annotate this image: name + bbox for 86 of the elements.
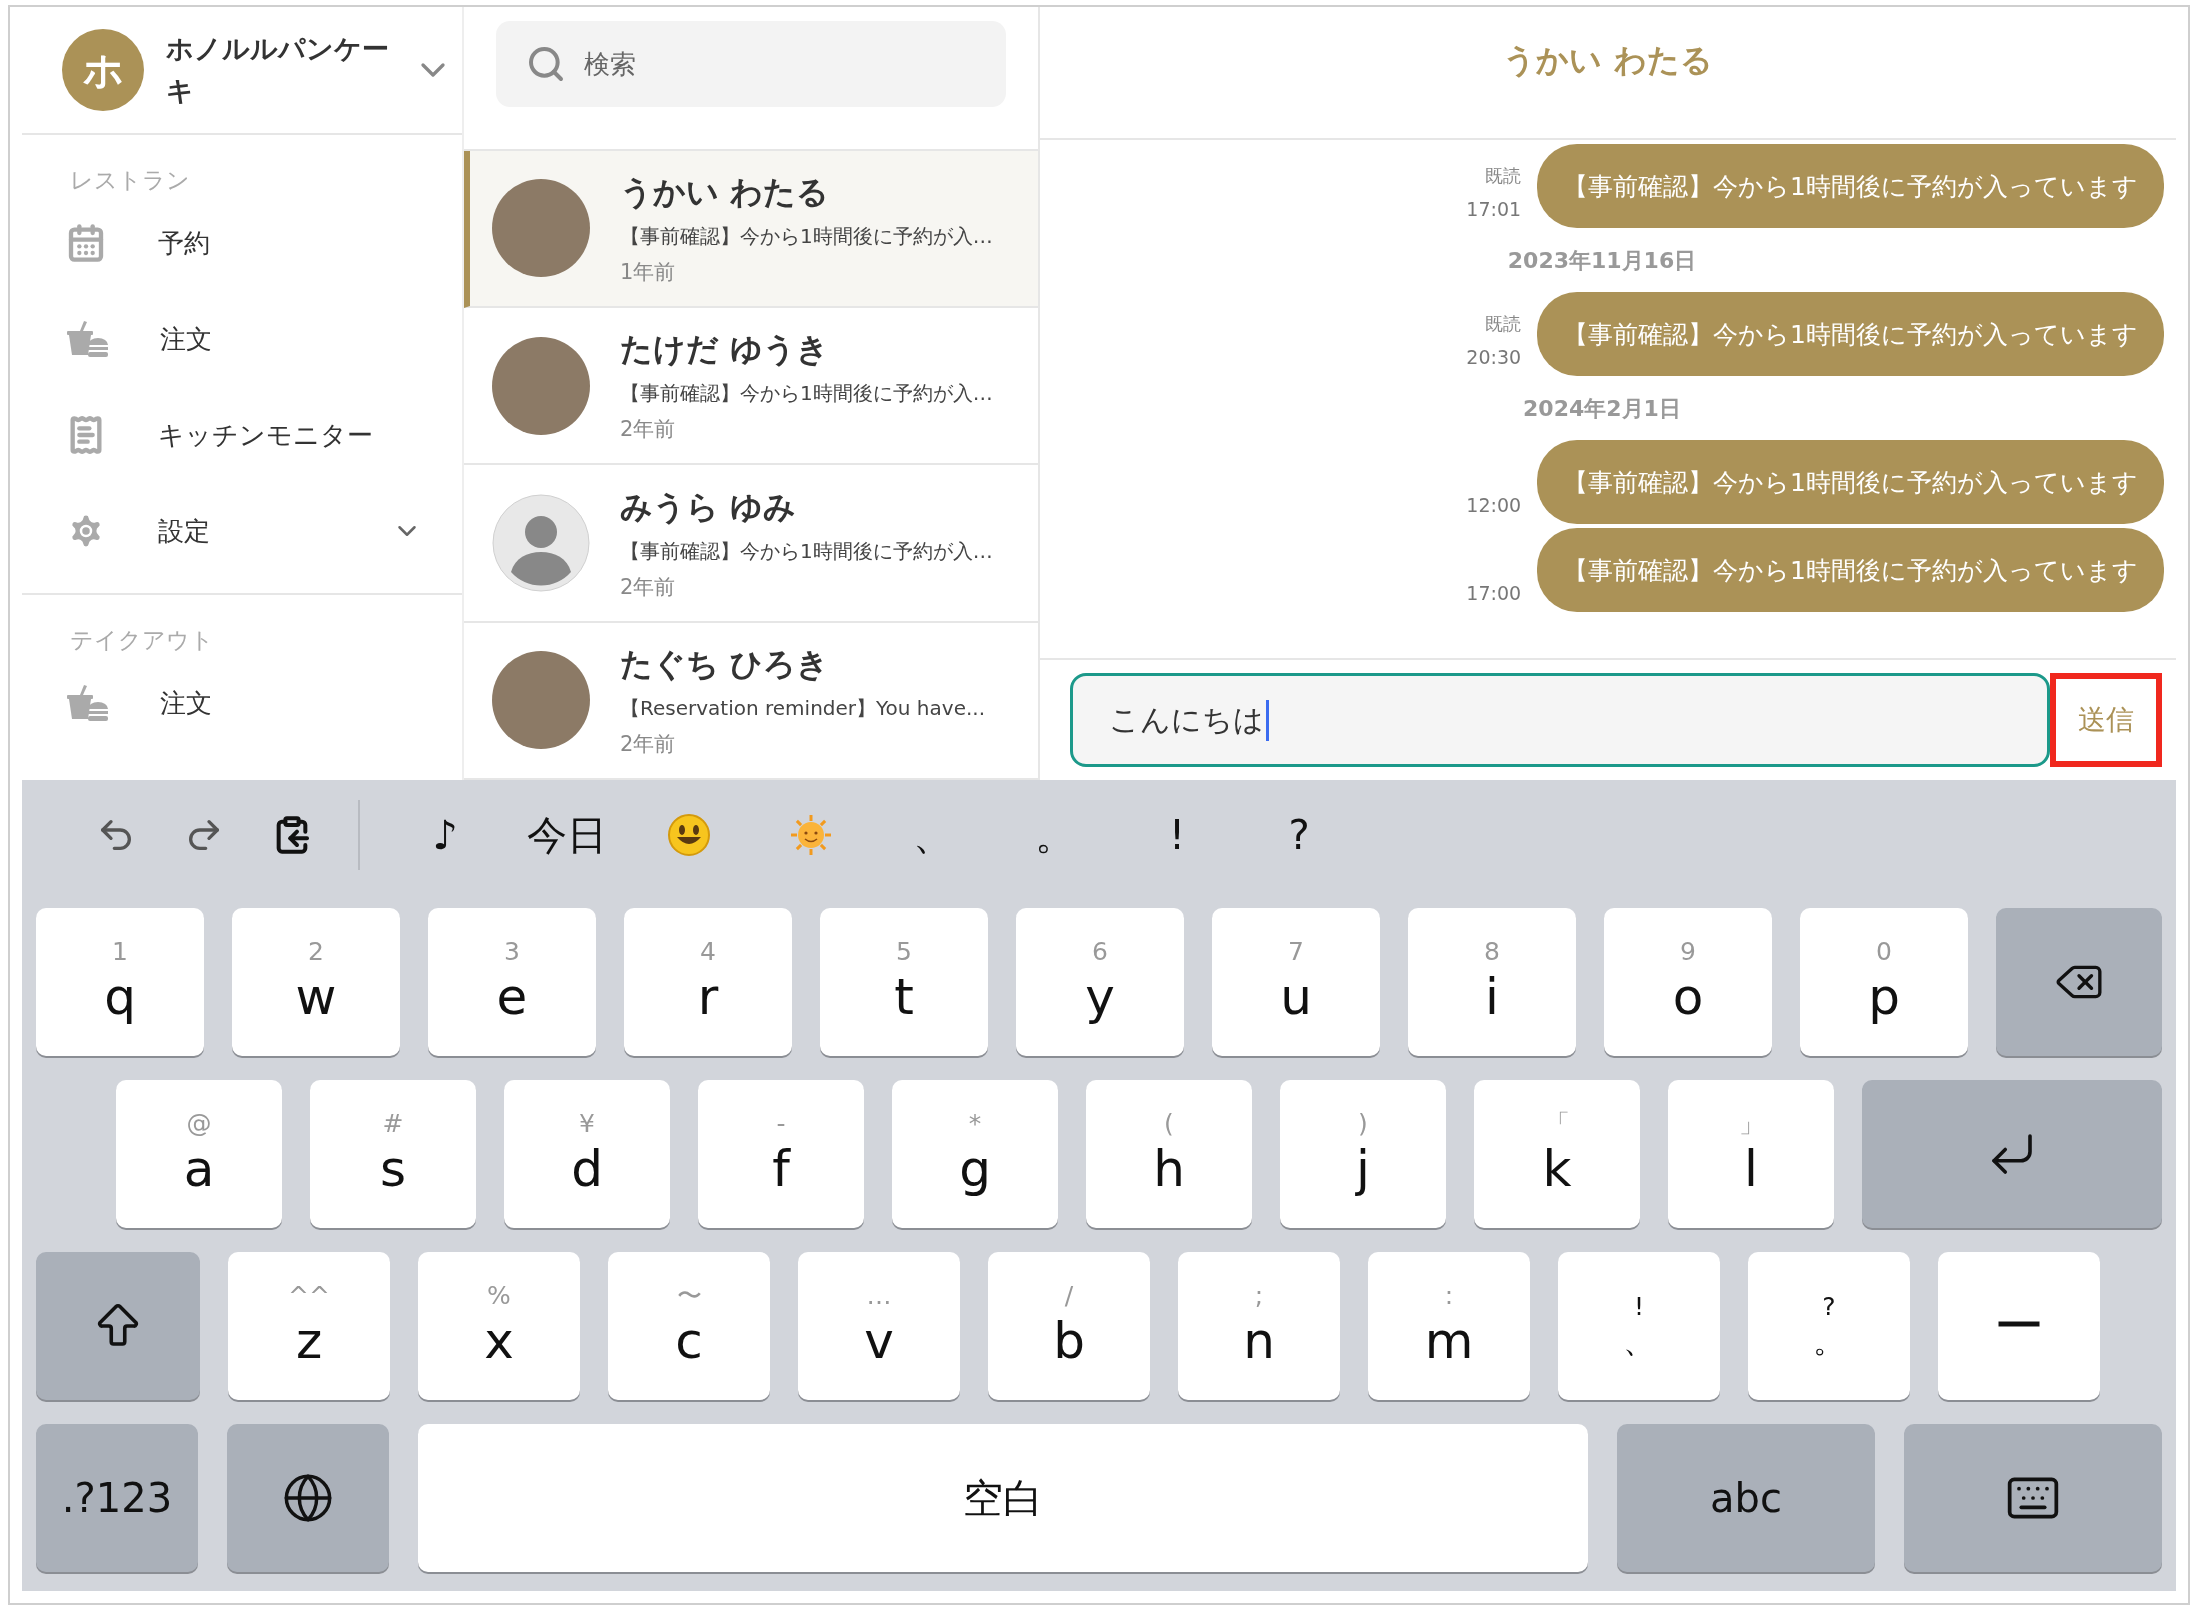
suggestion-button[interactable]: 今日: [506, 806, 628, 864]
key[interactable]: # s: [310, 1080, 476, 1228]
key[interactable]: ( h: [1086, 1080, 1252, 1228]
space-key[interactable]: 空白: [418, 1424, 1588, 1572]
suggestion-button[interactable]: ?: [1238, 811, 1360, 859]
key[interactable]: 5 t: [820, 908, 988, 1056]
abc-key[interactable]: abc: [1617, 1424, 1875, 1572]
key[interactable]: ー: [1938, 1252, 2100, 1400]
key[interactable]: 「 k: [1474, 1080, 1640, 1228]
suggestion-button[interactable]: 。: [994, 806, 1116, 864]
key[interactable]: ! 、: [1558, 1252, 1720, 1400]
key[interactable]: 2 w: [232, 908, 400, 1056]
key[interactable]: ; n: [1178, 1252, 1340, 1400]
nav-item[interactable]: 設定: [22, 483, 462, 579]
message-preview: 【事前確認】今から1時間後に予約が入…: [620, 537, 993, 565]
key[interactable]: 0 p: [1800, 908, 1968, 1056]
key[interactable]: 〜 c: [608, 1252, 770, 1400]
user-silhouette-icon: [492, 494, 590, 592]
suggestion-button[interactable]: ♪: [384, 811, 506, 859]
store-name: ホノルルパンケーキ: [166, 32, 390, 108]
nav-item[interactable]: 注文: [22, 291, 462, 387]
message-bubble: 【事前確認】今から1時間後に予約が入っています: [1537, 440, 2164, 524]
time-ago: 2年前: [620, 573, 677, 601]
message-preview: 【事前確認】今から1時間後に予約が入…: [620, 222, 993, 250]
key[interactable]: 6 y: [1016, 908, 1184, 1056]
time-ago: 1年前: [620, 258, 677, 286]
time-ago: 2年前: [620, 730, 677, 758]
message-time: 20:30: [1466, 346, 1522, 368]
message-time: 12:00: [1466, 494, 1522, 516]
message-bubble: 【事前確認】今から1時間後に予約が入っています: [1537, 292, 2164, 376]
suggestion-button[interactable]: 、: [872, 806, 994, 864]
key[interactable]: ^^ z: [228, 1252, 390, 1400]
message-time: 17:00: [1466, 582, 1522, 604]
key[interactable]: / b: [988, 1252, 1150, 1400]
section-title: テイクアウト: [69, 626, 215, 655]
numbers-key[interactable]: .?123: [36, 1424, 198, 1572]
key[interactable]: 」 l: [1668, 1080, 1834, 1228]
message-preview: 【事前確認】今から1時間後に予約が入…: [620, 380, 993, 408]
date-separator: 2023年11月16日: [1506, 247, 1698, 275]
key[interactable]: 9 o: [1604, 908, 1772, 1056]
read-receipt: 既読: [1485, 312, 1522, 336]
hide-keyboard-key[interactable]: [1904, 1424, 2162, 1572]
key[interactable]: 1 q: [36, 908, 204, 1056]
contact-name: たけだ ゆうき: [620, 329, 831, 371]
search-field[interactable]: 検索: [496, 21, 1006, 107]
key[interactable]: 7 u: [1212, 908, 1380, 1056]
chat-title: うかい わたる: [1503, 40, 1713, 81]
key[interactable]: : m: [1368, 1252, 1530, 1400]
read-receipt: 既読: [1485, 164, 1522, 188]
suggestion-button[interactable]: !: [1116, 811, 1238, 859]
message-time: 17:01: [1466, 198, 1522, 220]
search-icon: [526, 44, 566, 84]
section-title: レストラン: [69, 166, 191, 195]
nav-item[interactable]: 注文: [22, 655, 462, 751]
key[interactable]: 3 e: [428, 908, 596, 1056]
conversation-item[interactable]: うかい わたる 【事前確認】今から1時間後に予約が入… 1年前: [464, 150, 1038, 309]
globe-icon: [282, 1472, 334, 1524]
key[interactable]: * g: [892, 1080, 1058, 1228]
contact-name: うかい わたる: [620, 171, 831, 213]
message-input-field[interactable]: こんにちは: [1070, 673, 2050, 767]
cup-and-burger-icon: [66, 319, 108, 359]
message-bubble: 【事前確認】今から1時間後に予約が入っています: [1537, 144, 2164, 228]
time-ago: 2年前: [620, 416, 677, 444]
key[interactable]: 4 r: [624, 908, 792, 1056]
delete-key[interactable]: [1996, 908, 2162, 1056]
cup-and-burger-icon: [66, 683, 108, 723]
key[interactable]: ? 。: [1748, 1252, 1910, 1400]
key[interactable]: ) j: [1280, 1080, 1446, 1228]
key[interactable]: - f: [698, 1080, 864, 1228]
key[interactable]: % x: [418, 1252, 580, 1400]
key[interactable]: 8 i: [1408, 908, 1576, 1056]
smiley-emoji-icon[interactable]: [667, 813, 711, 857]
contact-name: たぐち ひろき: [620, 643, 831, 685]
contact-name: みうら ゆみ: [620, 486, 798, 528]
date-separator: 2024年2月1日: [1522, 395, 1682, 423]
message-bubble: 【事前確認】今から1時間後に予約が入っています: [1537, 528, 2164, 612]
shift-key[interactable]: [36, 1252, 200, 1400]
store-avatar: ホ: [62, 29, 144, 111]
calendar-icon: [66, 223, 106, 263]
key[interactable]: ¥ d: [504, 1080, 670, 1228]
message-preview: 【Reservation reminder】You have...: [620, 694, 985, 722]
nav-item[interactable]: キッチンモニター: [22, 387, 462, 483]
key[interactable]: … v: [798, 1252, 960, 1400]
nav-item[interactable]: 予約: [22, 195, 462, 291]
key[interactable]: @ a: [116, 1080, 282, 1228]
globe-key[interactable]: [227, 1424, 389, 1572]
